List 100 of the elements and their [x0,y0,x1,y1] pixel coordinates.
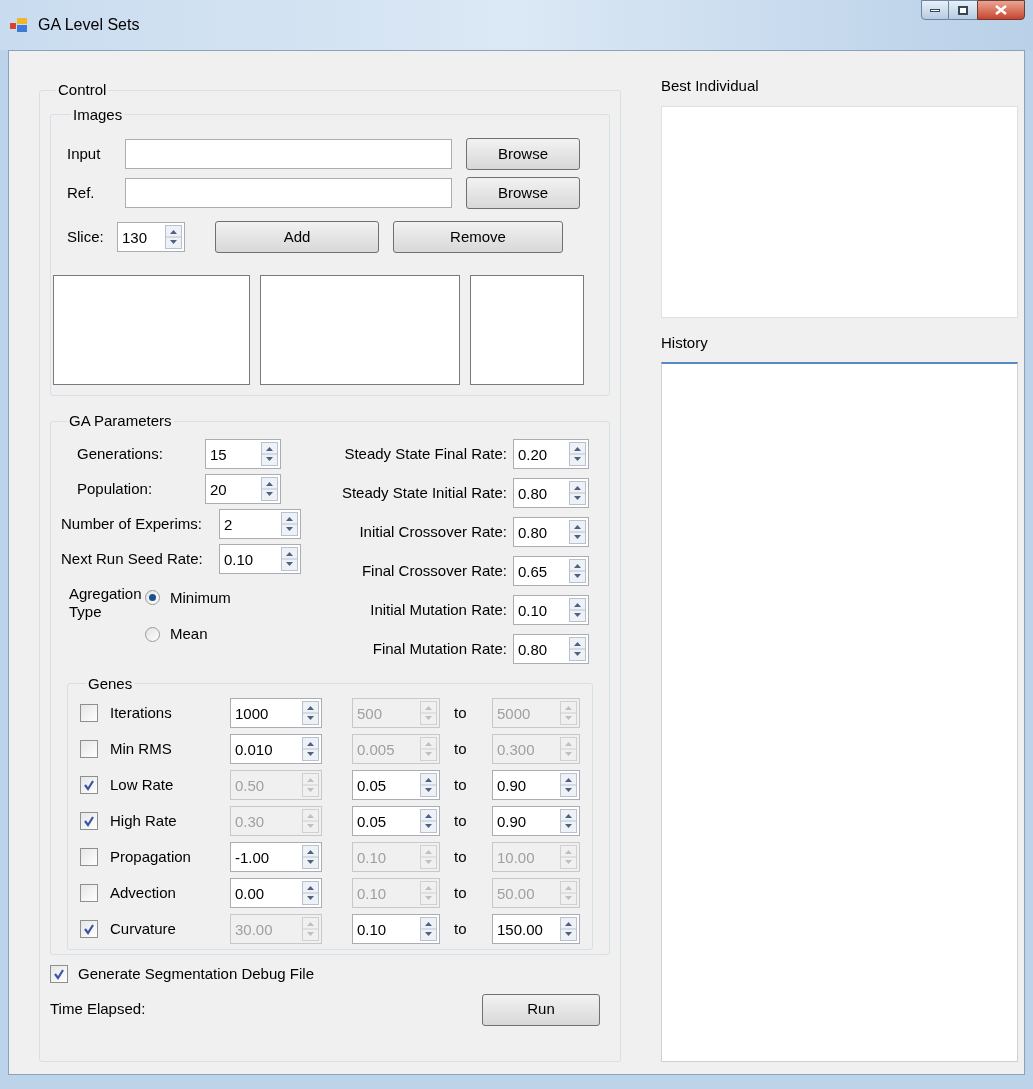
radio-button[interactable] [145,590,160,606]
spin-arrows-icon[interactable] [420,809,437,833]
group-title: Genes [87,673,134,694]
spinner-field[interactable]: 0.00 [230,878,322,908]
spinner-field[interactable]: 0.20 [513,439,589,469]
gene-label: Propagation [110,846,192,867]
add-button[interactable]: Add [215,221,379,253]
spin-arrows-icon[interactable] [569,520,586,544]
spin-arrows-icon[interactable] [261,442,278,466]
input-field[interactable] [125,139,452,169]
checkbox[interactable] [50,965,68,984]
group-title: Images [72,104,124,125]
checkbox-label: Generate Segmentation Debug File [78,964,314,984]
spinner-field[interactable]: 2 [219,509,301,539]
gene-label: Curvature [110,918,177,939]
spin-arrows-icon[interactable] [261,477,278,501]
field-label: Initial Crossover Rate: [359,521,507,542]
group-title: GA Parameters [68,411,173,431]
spin-arrows-icon[interactable] [281,547,298,571]
field-label: Input [66,143,102,164]
range-separator: to [454,918,468,939]
spinner-field[interactable]: 0.10 [352,914,440,944]
checkmark-icon [83,779,95,791]
field-label: Ref. [66,182,96,203]
spin-arrows-icon[interactable] [569,559,586,583]
checkbox[interactable] [80,776,98,794]
spinner-field[interactable]: 0.010 [230,734,322,764]
spinner-field[interactable]: 15 [205,439,281,469]
field-label: Slice: [66,226,105,247]
range-separator: to [454,846,468,867]
spinner-field[interactable]: 0.90 [492,770,580,800]
spinner-field[interactable]: 0.10 [513,595,589,625]
remove-button[interactable]: Remove [393,221,563,253]
spinner-field[interactable]: 130 [117,222,185,252]
group-title: Control [57,80,108,100]
field-label: Generations: [77,443,164,464]
panel-title: Best Individual [661,76,760,96]
spinner-field[interactable]: 0.80 [513,478,589,508]
spin-arrows-icon[interactable] [302,881,319,905]
close-button[interactable] [977,0,1025,20]
spin-arrows-icon[interactable] [569,481,586,505]
range-separator: to [454,738,468,759]
spin-arrows-icon[interactable] [569,598,586,622]
spin-arrows-icon[interactable] [560,773,577,797]
radio-label: Minimum [170,587,231,608]
checkbox[interactable] [80,884,98,902]
minimize-button[interactable] [921,0,949,20]
spin-arrows-icon[interactable] [569,637,586,661]
maximize-button[interactable] [949,0,977,20]
spinner-field[interactable]: 0.90 [492,806,580,836]
field-label: Steady State Final Rate: [344,443,507,464]
spinner-field[interactable]: -1.00 [230,842,322,872]
spin-arrows-icon[interactable] [302,845,319,869]
spin-arrows-icon[interactable] [302,701,319,725]
spinner-field[interactable]: 0.80 [513,634,589,664]
spinner-field[interactable]: 0.80 [513,517,589,547]
spin-arrows-icon[interactable] [302,737,319,761]
gene-label: Min RMS [110,738,173,759]
browse-button[interactable]: Browse [466,138,580,170]
gene-label: High Rate [110,810,178,831]
time-elapsed-label: Time Elapsed: [50,999,146,1020]
checkbox[interactable] [80,704,98,722]
range-separator: to [454,774,468,795]
spin-arrows-icon[interactable] [281,512,298,536]
checkbox[interactable] [80,812,98,830]
spinner-field[interactable]: 1000 [230,698,322,728]
checkmark-icon [53,968,65,981]
field-label: Final Mutation Rate: [372,638,507,659]
spin-arrows-icon[interactable] [420,773,437,797]
spinner-field[interactable]: 0.10 [219,544,301,574]
range-separator: to [454,882,468,903]
field-label: Agregation Type [69,584,141,622]
field-label: Steady State Initial Rate: [341,482,507,503]
browse-button[interactable]: Browse [466,177,580,209]
spin-arrows-icon[interactable] [569,442,586,466]
spinner-field[interactable]: 0.05 [352,770,440,800]
field-label: Final Crossover Rate: [361,560,507,581]
spin-arrows-icon[interactable] [560,917,577,941]
range-separator: to [454,810,468,831]
app-icon [10,17,28,33]
checkbox[interactable] [80,920,98,938]
radio-button[interactable] [145,626,160,642]
field-label: Number of Experims: [61,513,203,534]
spin-arrows-icon[interactable] [165,225,182,249]
field-label: Population: [77,478,154,499]
checkbox[interactable] [80,848,98,866]
spinner-field[interactable]: 20 [205,474,281,504]
close-icon [995,5,1007,15]
spin-arrows-icon[interactable] [420,917,437,941]
window-title: GA Level Sets [38,15,140,35]
run-button[interactable]: Run [482,993,600,1026]
field-label: Initial Mutation Rate: [370,599,507,620]
input-field[interactable] [125,178,452,208]
spinner-field[interactable]: 150.00 [492,914,580,944]
checkbox[interactable] [80,740,98,758]
spin-arrows-icon[interactable] [560,809,577,833]
spinner-field[interactable]: 0.05 [352,806,440,836]
spinner-field[interactable]: 0.65 [513,556,589,586]
gene-label: Advection [110,882,177,903]
radio-label: Mean [170,624,208,644]
